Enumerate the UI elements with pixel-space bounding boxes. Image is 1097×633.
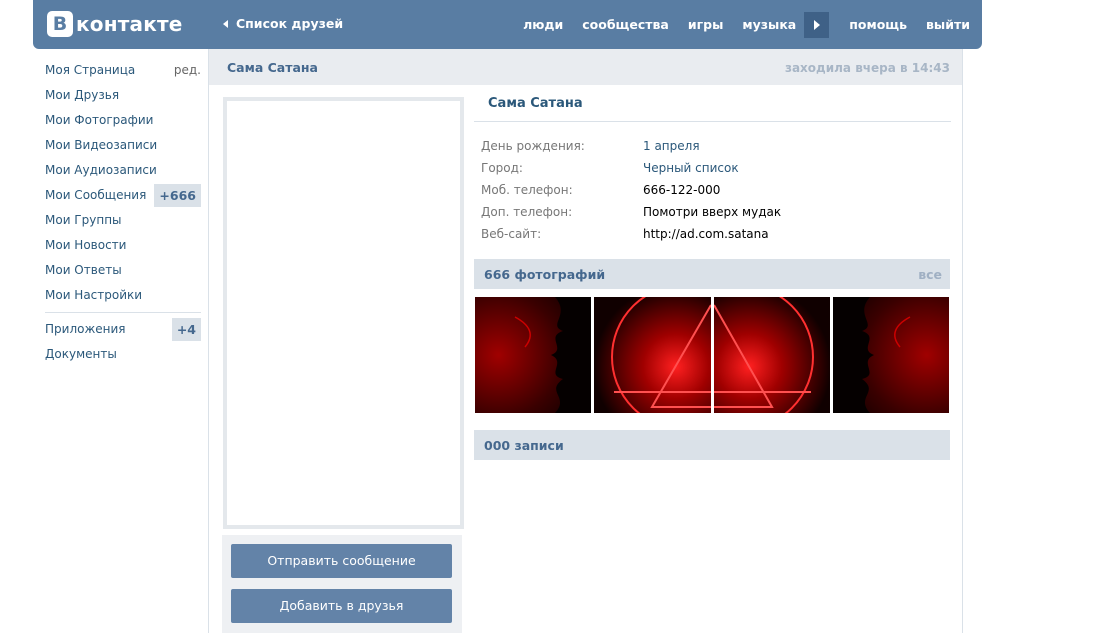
city-link[interactable]: Черный список <box>643 157 739 179</box>
sidebar-item-label: Мои Друзья <box>45 88 120 102</box>
info-row-mobile: Моб. телефон: 666-122-000 <box>481 179 951 201</box>
sidebar-item-my-page[interactable]: Моя Страница ред. <box>33 58 203 83</box>
sidebar-item-apps[interactable]: Приложения +4 <box>33 317 203 342</box>
info-label: Город: <box>481 161 523 175</box>
sidebar-item-label: Документы <box>45 347 117 361</box>
posts-title: 000 записи <box>484 438 564 453</box>
sidebar-item-videos[interactable]: Мои Видеозаписи <box>33 133 203 158</box>
sidebar-item-label: Мои Фотографии <box>45 113 154 127</box>
photo-thumb[interactable] <box>713 297 830 413</box>
photo-thumb[interactable] <box>832 297 949 413</box>
music-play-button[interactable] <box>804 11 830 38</box>
play-icon <box>813 19 820 30</box>
photo-thumb[interactable] <box>594 297 711 413</box>
nav-games[interactable]: игры <box>688 17 724 32</box>
info-row-city: Город: Черный список <box>481 157 951 179</box>
top-header: В контакте Список друзей люди сообщества… <box>33 0 982 49</box>
nav-music[interactable]: музыка <box>742 17 796 32</box>
sidebar-item-documents[interactable]: Документы <box>33 342 203 367</box>
photos-title: 666 фотографий <box>484 267 606 282</box>
sidebar-item-friends[interactable]: Мои Друзья <box>33 83 203 108</box>
extra-phone-value: Помотри вверх мудак <box>643 205 782 219</box>
birthday-link[interactable]: 1 апреля <box>643 135 700 157</box>
info-row-website: Веб-сайт: http://ad.com.satana <box>481 223 951 245</box>
website-value[interactable]: http://ad.com.satana <box>643 223 769 245</box>
posts-section-header[interactable]: 000 записи <box>474 430 950 460</box>
photos-section-header[interactable]: 666 фотографий все <box>474 259 950 289</box>
sidebar-item-label: Мои Аудиозаписи <box>45 163 157 177</box>
add-friend-button[interactable]: Добавить в друзья <box>231 589 452 623</box>
sidebar-item-label: Мои Группы <box>45 213 122 227</box>
sidebar-item-label: Моя Страница <box>45 63 136 77</box>
sidebar-item-messages[interactable]: Мои Сообщения +666 <box>33 183 203 208</box>
mobile-value: 666-122-000 <box>643 183 721 197</box>
info-label: Доп. телефон: <box>481 205 573 219</box>
arrow-left-icon <box>223 19 228 28</box>
send-message-button[interactable]: Отправить сообщение <box>231 544 452 578</box>
nav-help[interactable]: помощь <box>849 17 907 32</box>
info-label: Моб. телефон: <box>481 183 573 197</box>
name-divider <box>474 121 951 122</box>
profile-actions: Отправить сообщение Добавить в друзья <box>222 535 462 633</box>
logo-text: контакте <box>76 12 183 36</box>
sidebar-divider <box>45 312 201 313</box>
apps-count-badge: +4 <box>171 318 201 341</box>
photos-all-link[interactable]: все <box>918 267 942 282</box>
profile-header-name: Сама Сатана <box>227 60 318 75</box>
sidebar-item-label: Приложения <box>45 322 126 336</box>
top-nav: люди сообщества игры музыка помощь выйти <box>523 0 982 49</box>
vk-logo[interactable]: В контакте <box>47 11 183 37</box>
last-seen-status: заходила вчера в 14:43 <box>784 61 950 75</box>
profile-main: Сама Сатана заходила вчера в 14:43 Отпра… <box>208 49 963 633</box>
left-sidebar: Моя Страница ред. Мои Друзья Мои Фотогра… <box>33 58 203 367</box>
back-link-label: Список друзей <box>236 16 344 31</box>
info-table: День рождения: 1 апреля Город: Черный сп… <box>481 135 951 245</box>
sidebar-item-photos[interactable]: Мои Фотографии <box>33 108 203 133</box>
photo-thumb[interactable] <box>475 297 592 413</box>
logo-icon: В <box>47 11 73 37</box>
sidebar-item-answers[interactable]: Мои Ответы <box>33 258 203 283</box>
sidebar-item-audio[interactable]: Мои Аудиозаписи <box>33 158 203 183</box>
sidebar-item-settings[interactable]: Мои Настройки <box>33 283 203 308</box>
back-to-friends-link[interactable]: Список друзей <box>223 16 343 31</box>
sidebar-item-news[interactable]: Мои Новости <box>33 233 203 258</box>
sidebar-item-label: Мои Новости <box>45 238 127 252</box>
info-label: День рождения: <box>481 139 585 153</box>
info-row-extra-phone: Доп. телефон: Помотри вверх мудак <box>481 201 951 223</box>
edit-link[interactable]: ред. <box>174 58 201 83</box>
sidebar-item-label: Мои Ответы <box>45 263 122 277</box>
profile-name: Сама Сатана <box>488 96 583 111</box>
profile-avatar[interactable] <box>223 97 464 529</box>
sidebar-item-label: Мои Сообщения <box>45 188 147 202</box>
photo-strip <box>475 297 952 413</box>
sidebar-item-groups[interactable]: Мои Группы <box>33 208 203 233</box>
nav-logout[interactable]: выйти <box>926 17 970 32</box>
nav-communities[interactable]: сообщества <box>582 17 669 32</box>
messages-count-badge: +666 <box>154 184 201 207</box>
info-row-birthday: День рождения: 1 апреля <box>481 135 951 157</box>
sidebar-item-label: Мои Видеозаписи <box>45 138 158 152</box>
info-label: Веб-сайт: <box>481 227 542 241</box>
sidebar-item-label: Мои Настройки <box>45 288 143 302</box>
profile-header-bar: Сама Сатана заходила вчера в 14:43 <box>209 49 962 85</box>
nav-people[interactable]: люди <box>523 17 563 32</box>
